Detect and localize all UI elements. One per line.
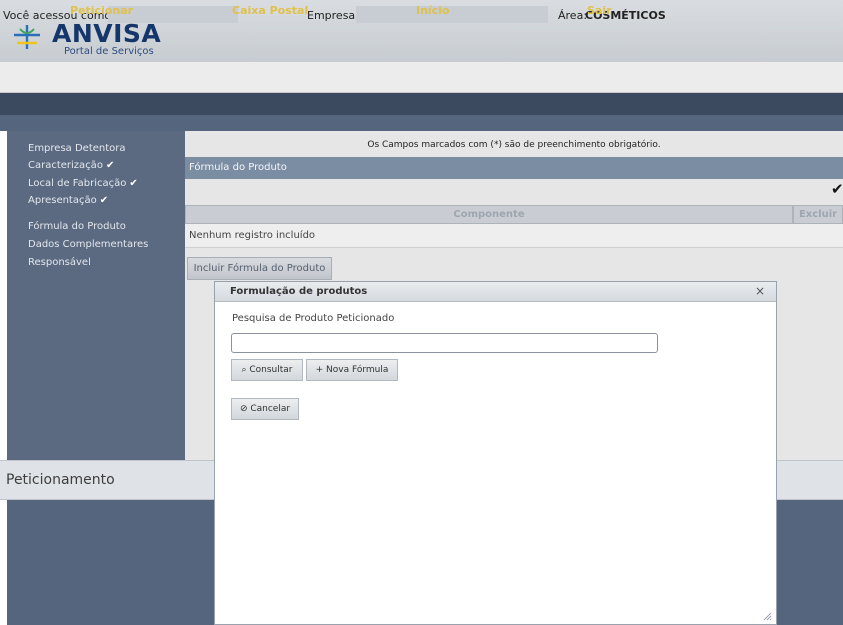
required-fields-notice: Os Campos marcados com (*) são de preenc… <box>367 140 661 150</box>
dialog-title: Formulação de produtos <box>230 286 368 297</box>
area-label: Área: <box>558 9 588 22</box>
check-icon: ✔ <box>129 178 138 189</box>
nav-inicio[interactable]: Início <box>416 4 450 17</box>
cancelar-button[interactable]: ⊘ Cancelar <box>231 398 299 420</box>
resize-grip-icon[interactable] <box>762 611 772 621</box>
sidebar-item-dados-complementares[interactable]: Dados Complementares <box>28 239 148 251</box>
column-header-excluir: Excluir <box>793 205 843 224</box>
check-icon: ✔ <box>105 160 115 171</box>
company-label: Empresa: <box>307 9 359 22</box>
column-header-componente: Componente <box>185 205 793 224</box>
search-label: Pesquisa de Produto Peticionado <box>232 313 395 324</box>
nav-divider-strip <box>0 115 843 131</box>
section-title: Fórmula do Produto <box>185 157 843 179</box>
sidebar-item-responsavel[interactable]: Responsável <box>28 257 91 269</box>
nav-caixa-postal[interactable]: Caixa Postal <box>232 4 308 17</box>
consultar-button[interactable]: ⌕ Consultar <box>231 359 303 381</box>
user-info-bar <box>0 62 843 93</box>
company-name-redacted <box>356 6 548 23</box>
include-formula-button[interactable]: Incluir Fórmula do Produto <box>187 257 332 280</box>
logo-subtitle: Portal de Serviços <box>64 46 154 57</box>
close-icon[interactable]: × <box>755 285 765 298</box>
sidebar-item-empresa-detentora[interactable]: Empresa Detentora <box>28 143 126 155</box>
logo-title: ANVISA <box>52 19 162 48</box>
check-icon: ✔ <box>99 195 109 206</box>
table-empty-row: Nenhum registro incluído <box>185 224 843 248</box>
section-complete-check-icon: ✔ <box>831 180 843 198</box>
main-nav <box>0 93 843 115</box>
nav-sair[interactable]: Sair <box>587 4 612 17</box>
sidebar-item-apresentacao[interactable]: Apresentação ✔ <box>28 195 108 207</box>
peticionamento-title: Peticionamento <box>6 472 115 488</box>
anvisa-logo-icon <box>11 23 43 51</box>
nova-formula-button[interactable]: + Nova Fórmula <box>306 359 398 381</box>
sidebar-item-formula-do-produto[interactable]: Fórmula do Produto <box>28 221 126 233</box>
nav-peticionar[interactable]: Peticionar <box>70 4 133 17</box>
sidebar-item-local-de-fabricacao[interactable]: Local de Fabricação ✔ <box>28 178 138 190</box>
search-input[interactable] <box>231 333 658 353</box>
sidebar-item-caracterizacao[interactable]: Caracterização ✔ <box>28 160 114 172</box>
